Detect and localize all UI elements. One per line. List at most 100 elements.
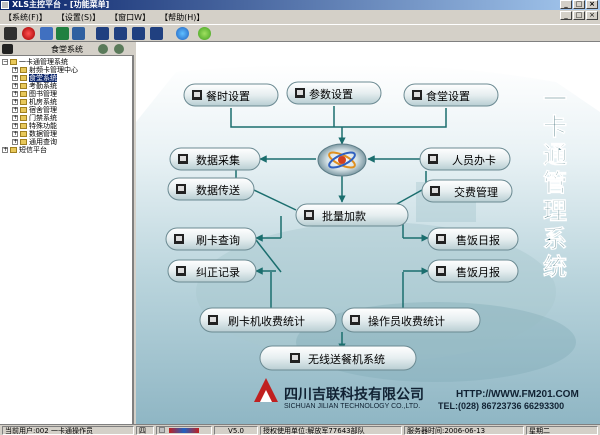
expand-icon[interactable]: + [12, 83, 18, 89]
status-license: 授权使用单位:解放军77643部队 [260, 426, 402, 435]
company-tel: TEL:(028) 86723736 66293300 [438, 401, 564, 411]
collapse-icon[interactable]: − [2, 59, 8, 65]
node-data-transfer[interactable]: 数据传送 [167, 177, 255, 201]
folder-icon [20, 91, 27, 97]
node-meal-time[interactable]: 餐时设置 [183, 83, 279, 107]
tree-item-special[interactable]: + 特殊功能 [12, 122, 57, 130]
window-title: XLS主控平台 - [功能菜单] [12, 0, 110, 9]
tree-item-rf-center[interactable]: + 射频卡管理中心 [12, 66, 78, 74]
nav-last-icon[interactable] [150, 27, 163, 40]
node-sales-day[interactable]: 售饭日报 [427, 227, 519, 251]
folder-icon [20, 139, 27, 145]
status-lights-icon [169, 428, 200, 433]
menu-window[interactable]: 【窗口W】 [110, 12, 150, 23]
tree-item-computer-room[interactable]: + 机房系统 [12, 98, 57, 106]
minimize-button[interactable]: _ [560, 0, 572, 9]
node-machine-stats[interactable]: 刷卡机收费统计 [199, 307, 337, 333]
tree-item-sms[interactable]: + 短信平台 [2, 146, 47, 154]
status-module: 四 [136, 426, 154, 435]
globe-icon[interactable] [176, 27, 189, 40]
expand-icon[interactable]: + [12, 67, 18, 73]
expand-icon[interactable]: + [12, 99, 18, 105]
status-server-time: 服务器时间:2006-06-13 [404, 426, 524, 435]
maximize-button[interactable]: □ [573, 0, 585, 9]
tree-item-card-system[interactable]: − 一卡通管理系统 [2, 58, 68, 66]
node-trans-mgmt-label: 交费管理 [454, 185, 498, 199]
grid-icon[interactable] [72, 27, 85, 40]
list-icon[interactable] [56, 27, 69, 40]
menu-settings[interactable]: 【设置(S)】 [57, 12, 100, 23]
mdi-minimize-button[interactable]: _ [560, 11, 572, 20]
expand-icon[interactable]: + [2, 147, 8, 153]
nav-next-icon[interactable] [132, 27, 145, 40]
window-icon[interactable] [40, 27, 53, 40]
menu-help[interactable]: 【帮助(H)】 [160, 12, 204, 23]
expand-icon[interactable]: + [12, 139, 18, 145]
node-correction[interactable]: 纠正记录 [167, 259, 257, 283]
status-bar: 当前用户:002 一卡通操作员 四 V5.0 授权使用单位:解放军77643部队… [0, 424, 600, 435]
tree-item-query[interactable]: + 通用查询 [12, 138, 57, 146]
folder-icon [20, 107, 27, 113]
folder-icon [20, 99, 27, 105]
node-data-collect[interactable]: 数据采集 [169, 147, 261, 171]
node-swipe-query[interactable]: 刷卡查询 [165, 227, 257, 251]
folder-icon [20, 75, 27, 81]
node-operator-stats-label: 操作员收费统计 [368, 314, 445, 328]
status-weekday: 星期二 [526, 426, 598, 435]
status-user: 当前用户:002 一卡通操作员 [2, 426, 134, 435]
node-swipe-query-label: 刷卡查询 [196, 233, 240, 247]
company-name: 四川吉联科技有限公司 [284, 386, 424, 402]
folder-icon [20, 123, 27, 129]
node-sales-day-label: 售饭日报 [456, 233, 500, 247]
tree-item-dormitory[interactable]: + 宿舍管理 [12, 106, 57, 114]
folder-icon [20, 115, 27, 121]
tree-item-access-control[interactable]: + 门禁系统 [12, 114, 57, 122]
menu-system[interactable]: 【系统(F)】 [4, 12, 47, 23]
left-panel: 食堂系统 − 一卡通管理系统 + 射频卡管理中心 + 食堂系统 + 考勤系统 + 图书管理… [0, 42, 134, 424]
menu-bar: 【系统(F)】 【设置(S)】 【窗口W】 【帮助(H)】 [0, 10, 600, 24]
node-operator-stats[interactable]: 操作员收费统计 [341, 307, 481, 333]
tree-item-library[interactable]: + 图书管理 [12, 90, 57, 98]
node-data-collect-label: 数据采集 [196, 153, 240, 167]
app-icon [1, 1, 9, 9]
status-version: V5.0 [214, 426, 258, 435]
expand-icon[interactable]: + [12, 91, 18, 97]
expand-icon[interactable]: + [12, 115, 18, 121]
tree-item-data-mgmt[interactable]: + 数据管理 [12, 130, 57, 138]
folder-icon [10, 147, 17, 153]
vertical-title: 一卡通管理系统 [539, 86, 567, 282]
keyboard-icon[interactable] [4, 27, 17, 40]
check-icon[interactable] [198, 27, 211, 40]
node-trans-mgmt[interactable]: 交费管理 [421, 179, 513, 203]
tree-item-attendance[interactable]: + 考勤系统 [12, 82, 57, 90]
node-canteen-label: 食堂设置 [426, 89, 470, 103]
node-card-issue-label: 人员办卡 [452, 154, 496, 167]
node-card-issue[interactable]: 人员办卡 [419, 147, 511, 171]
nav-first-icon[interactable] [96, 27, 109, 40]
close-button[interactable]: × [586, 0, 598, 9]
node-batch-add-label: 批量加款 [322, 209, 366, 223]
expand-icon[interactable]: + [12, 75, 18, 81]
node-sales-month[interactable]: 售饭月报 [427, 259, 519, 283]
panel-next-icon[interactable] [114, 44, 124, 54]
mdi-close-button[interactable]: × [586, 11, 598, 20]
folder-icon [20, 83, 27, 89]
node-wireless[interactable]: 无线送餐机系统 [259, 345, 417, 371]
tree-item-canteen[interactable]: + 食堂系统 [12, 74, 57, 82]
panel-prev-icon[interactable] [98, 44, 108, 54]
node-batch-add[interactable]: 批量加款 [295, 203, 409, 227]
node-canteen[interactable]: 食堂设置 [403, 83, 499, 107]
mdi-restore-button[interactable]: □ [573, 11, 585, 20]
node-correction-label: 纠正记录 [196, 266, 240, 279]
hub-emblem [317, 143, 367, 177]
stop-icon[interactable] [22, 27, 35, 40]
expand-icon[interactable]: + [12, 131, 18, 137]
nav-prev-icon[interactable] [114, 27, 127, 40]
expand-icon[interactable]: + [12, 123, 18, 129]
expand-icon[interactable]: + [12, 107, 18, 113]
status-indicators [156, 426, 212, 435]
company-name-en: SICHUAN JILIAN TECHNOLOGY CO.,LTD. [284, 403, 420, 410]
node-params[interactable]: 参数设置 [286, 81, 382, 105]
panel-header: 食堂系统 [0, 42, 134, 56]
node-machine-stats-label: 刷卡机收费统计 [228, 314, 305, 328]
